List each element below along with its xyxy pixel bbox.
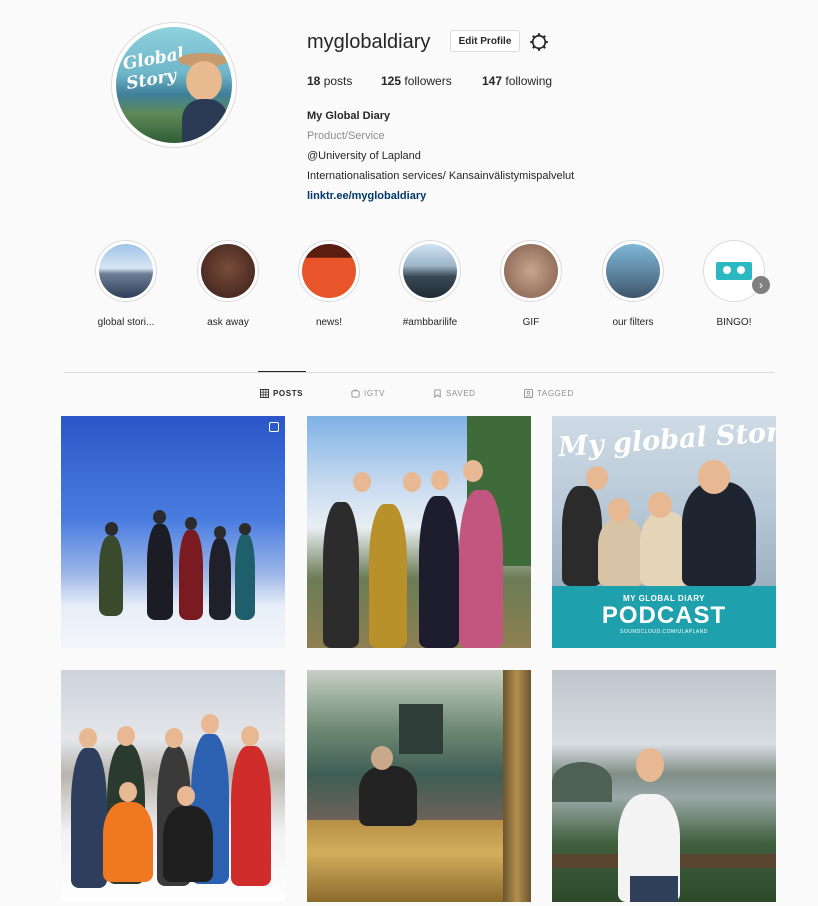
profile-bio: My Global Diary Product/Service @Univers…: [307, 106, 707, 206]
profile-full-name: My Global Diary: [307, 110, 391, 122]
bio-line-services: Internationalisation services/ Kansainvä…: [307, 170, 575, 182]
tab-label: TAGGED: [537, 389, 574, 398]
tab-label: SAVED: [446, 389, 476, 398]
highlight-label: GIF: [522, 317, 540, 328]
followers-stat[interactable]: 125 followers: [381, 74, 452, 88]
bookmark-icon: [434, 389, 441, 398]
following-count: 147: [482, 74, 503, 88]
highlight-thumb: [99, 244, 153, 298]
highlight-global-stories[interactable]: global stori...: [81, 240, 171, 328]
posts-stat: 18 posts: [307, 74, 352, 88]
podcast-script-title: My global Story: [557, 416, 776, 464]
followers-count: 125: [381, 74, 402, 88]
highlight-thumb: [504, 244, 558, 298]
post-tile[interactable]: [307, 416, 531, 648]
gear-icon[interactable]: [529, 32, 549, 52]
tab-posts[interactable]: POSTS: [260, 389, 303, 398]
following-stat[interactable]: 147 following: [482, 74, 552, 88]
profile-username: myglobaldiary: [307, 31, 431, 53]
highlight-ask-away[interactable]: ask away: [183, 240, 273, 328]
highlight-label: BINGO!: [716, 317, 752, 328]
chevron-right-icon[interactable]: ›: [752, 276, 770, 294]
podcast-title: PODCAST: [601, 602, 727, 629]
highlight-label: #ambbarilife: [402, 317, 458, 328]
posts-count: 18: [307, 74, 321, 88]
tab-tagged[interactable]: TAGGED: [524, 389, 574, 398]
igtv-icon: [351, 389, 360, 398]
highlight-gif[interactable]: GIF: [486, 240, 576, 328]
post-tile[interactable]: [61, 416, 285, 648]
profile-category: Product/Service: [307, 130, 385, 142]
highlight-our-filters[interactable]: our filters: [588, 240, 678, 328]
highlight-thumb: [403, 244, 457, 298]
tab-igtv[interactable]: IGTV: [351, 389, 385, 398]
multiple-posts-icon: [269, 422, 279, 432]
podcast-url: SOUNDCLOUD.COM/ULAPLAND: [620, 629, 708, 635]
post-tile[interactable]: My global Story MY GLOBAL DIARY PODCAST …: [552, 416, 776, 648]
bio-link[interactable]: linktr.ee/myglobaldiary: [307, 186, 707, 206]
tabs-divider: [64, 372, 774, 373]
active-tab-indicator: [258, 371, 306, 372]
bio-line-university: @University of Lapland: [307, 150, 421, 162]
following-label: following: [505, 74, 553, 88]
posts-label: posts: [323, 74, 353, 88]
avatar-image: Global Story: [116, 27, 232, 143]
edit-profile-button[interactable]: Edit Profile: [450, 30, 520, 52]
post-tile[interactable]: [307, 670, 531, 902]
post-tile[interactable]: [61, 670, 285, 902]
highlight-label: news!: [315, 317, 343, 328]
podcast-banner: MY GLOBAL DIARY PODCAST SOUNDCLOUD.COM/U…: [552, 586, 776, 648]
highlight-label: ask away: [207, 317, 249, 328]
post-tile[interactable]: [552, 670, 776, 902]
profile-avatar[interactable]: Global Story: [111, 22, 237, 148]
highlight-thumb: [201, 244, 255, 298]
tab-label: IGTV: [364, 389, 386, 398]
tag-icon: [524, 389, 533, 398]
highlight-label: global stori...: [97, 317, 155, 328]
tab-label: POSTS: [273, 389, 304, 398]
grid-icon: [260, 389, 269, 398]
followers-label: followers: [404, 74, 452, 88]
highlight-thumb: [606, 244, 660, 298]
highlight-thumb: [302, 244, 356, 298]
highlight-ambbarilife[interactable]: #ambbarilife: [385, 240, 475, 328]
profile-page: Global Story myglobaldiary Edit Profile …: [0, 0, 818, 906]
highlight-label: our filters: [612, 317, 654, 328]
tab-saved[interactable]: SAVED: [433, 389, 476, 398]
highlight-news[interactable]: news!: [284, 240, 374, 328]
